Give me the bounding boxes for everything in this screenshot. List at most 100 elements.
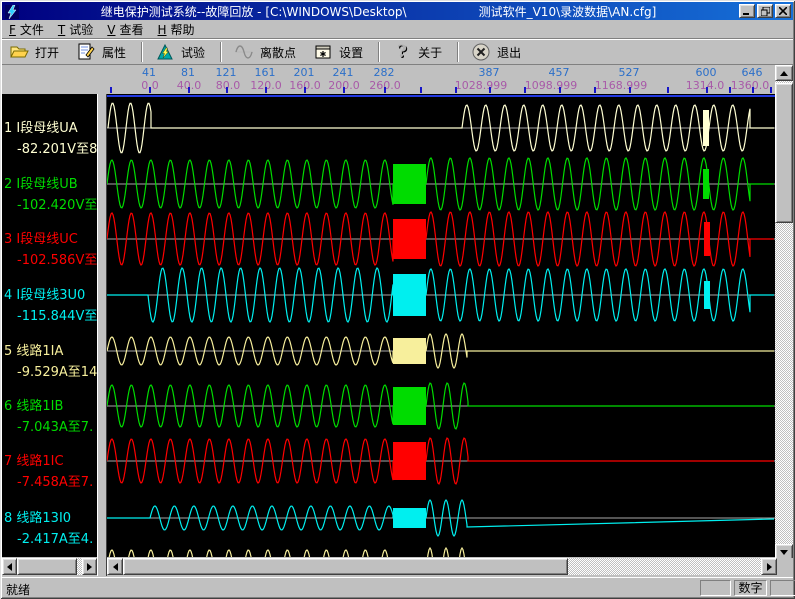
label-pane-scrollbar[interactable] — [2, 558, 97, 575]
settings-icon — [313, 42, 333, 62]
toolbar-separator — [141, 42, 143, 62]
fault-block — [393, 274, 426, 316]
menu-view[interactable]: V查看 — [100, 20, 150, 39]
exit-button[interactable]: 退出 — [464, 40, 531, 64]
waveform-scroll-right-button[interactable] — [761, 558, 777, 575]
toolbar: 打开 属性 试验 — [2, 40, 773, 64]
ruler-time-label: 1028.999 — [455, 79, 508, 92]
toolbar-separator — [378, 42, 380, 62]
arrow-left-icon — [3, 563, 12, 571]
ruler-sample-label: 121 — [216, 66, 237, 79]
test-lightning-icon — [155, 42, 175, 62]
ruler-tick — [752, 87, 754, 93]
event-marker — [704, 281, 710, 309]
channel-name-label: 5 线路1IA — [4, 340, 97, 359]
open-button[interactable]: 打开 — [2, 40, 69, 64]
about-button[interactable]: ? ? 关于 — [385, 40, 452, 64]
arrow-left-icon — [109, 563, 118, 571]
menu-help[interactable]: H帮助 — [151, 20, 202, 39]
properties-button[interactable]: 属性 — [69, 40, 136, 64]
timeline-ruler: 41811211612012412823874575276006460.040.… — [2, 65, 775, 94]
status-panel-empty — [700, 580, 731, 596]
menubar: F文件 T试验 V查看 H帮助 — [2, 21, 793, 38]
ruler-time-label: 1168.999 — [595, 79, 648, 92]
waveform-area[interactable] — [107, 94, 775, 557]
ruler-tick — [524, 87, 526, 93]
ruler-tick — [420, 87, 422, 93]
scroll-up-button[interactable] — [775, 65, 793, 81]
app-icon[interactable] — [5, 4, 19, 18]
ruler-tick — [226, 87, 228, 93]
ruler-tick — [489, 87, 491, 93]
ruler-tick — [110, 87, 112, 93]
fault-block — [393, 219, 426, 259]
window-title: 继电保护测试系统--故障回放 - [C:\WINDOWS\Desktop\ 测试… — [22, 3, 735, 20]
waveform-scrollbar[interactable] — [107, 558, 777, 575]
ruler-sample-label: 600 — [696, 66, 717, 79]
fault-block — [393, 387, 426, 425]
vertical-scrollbar-thumb[interactable] — [775, 83, 793, 223]
ruler-tick — [667, 87, 669, 93]
channel-range-label: -7.043A至7. — [4, 416, 97, 435]
ruler-tick — [594, 87, 596, 93]
ruler-sample-label: 41 — [142, 66, 156, 79]
label-scroll-right-button[interactable] — [82, 558, 97, 575]
waveform-scroll-left-button[interactable] — [107, 558, 123, 575]
open-folder-icon — [9, 42, 29, 62]
channel-name-label: 2 Ⅰ段母线UB — [4, 173, 97, 192]
settings-button[interactable]: 设置 — [306, 40, 373, 64]
restore-button[interactable] — [757, 4, 773, 18]
channel-range-label: -102.586V至 — [4, 249, 97, 268]
exit-icon — [471, 42, 491, 62]
discrete-points-icon — [234, 42, 254, 62]
waveform-scrollbar-thumb[interactable] — [123, 558, 568, 575]
menu-test[interactable]: T试验 — [51, 20, 100, 39]
fault-block — [393, 338, 426, 364]
ruler-time-label: 1098.999 — [525, 79, 578, 92]
scrollbar-corner — [777, 558, 793, 575]
channel-range-label: -115.844V至 — [4, 305, 97, 324]
menu-file[interactable]: F文件 — [2, 20, 51, 39]
titlebar: 继电保护测试系统--故障回放 - [C:\WINDOWS\Desktop\ 测试… — [2, 2, 793, 20]
ruler-sample-label: 161 — [255, 66, 276, 79]
window-title-app-path: 继电保护测试系统--故障回放 - [C:\WINDOWS\Desktop\ — [101, 3, 407, 20]
vertical-scrollbar[interactable] — [775, 65, 793, 560]
discrete-points-button[interactable]: 离散点 — [227, 40, 306, 64]
minimize-icon — [743, 7, 751, 15]
arrow-right-icon — [767, 563, 776, 571]
test-button[interactable]: 试验 — [148, 40, 215, 64]
waveform-plot — [107, 94, 775, 557]
channel-name-label: 6 线路1IB — [4, 395, 97, 414]
restore-icon — [761, 7, 770, 16]
label-scroll-left-button[interactable] — [2, 558, 17, 575]
status-panel-empty2 — [770, 580, 795, 596]
app-window: 继电保护测试系统--故障回放 - [C:\WINDOWS\Desktop\ 测试… — [0, 0, 795, 599]
ruler-time-label: 1314.0 — [686, 79, 725, 92]
channel-range-label: -102.420V至 — [4, 194, 97, 213]
label-scrollbar-thumb[interactable] — [17, 558, 77, 575]
ruler-time-label: 80.0 — [216, 79, 241, 92]
close-button[interactable] — [775, 4, 791, 18]
ruler-tick — [149, 87, 151, 93]
channel-range-label: -9.529A至14 — [4, 361, 97, 380]
statusbar: 就绪 数字 — [2, 577, 793, 597]
ruler-sample-label: 457 — [549, 66, 570, 79]
pane-splitter[interactable] — [97, 94, 107, 576]
channel-name-label: 4 Ⅰ段母线3U0 — [4, 284, 97, 303]
svg-text:?: ? — [397, 42, 407, 62]
fault-block — [393, 442, 426, 480]
channel-range-label: -2.417A至4. — [4, 528, 97, 547]
ruler-tick — [629, 87, 631, 93]
fault-block — [393, 508, 426, 528]
window-controls — [739, 4, 791, 18]
ruler-tick — [455, 87, 457, 93]
properties-icon — [76, 42, 96, 62]
channel-name-label: 1 Ⅰ段母线UA — [4, 117, 97, 136]
ruler-tick — [188, 87, 190, 93]
event-marker — [703, 110, 709, 146]
ruler-tick — [770, 87, 772, 93]
minimize-button[interactable] — [739, 4, 755, 18]
status-num-indicator: 数字 — [734, 580, 767, 596]
close-icon — [779, 7, 787, 15]
ruler-sample-label: 527 — [619, 66, 640, 79]
